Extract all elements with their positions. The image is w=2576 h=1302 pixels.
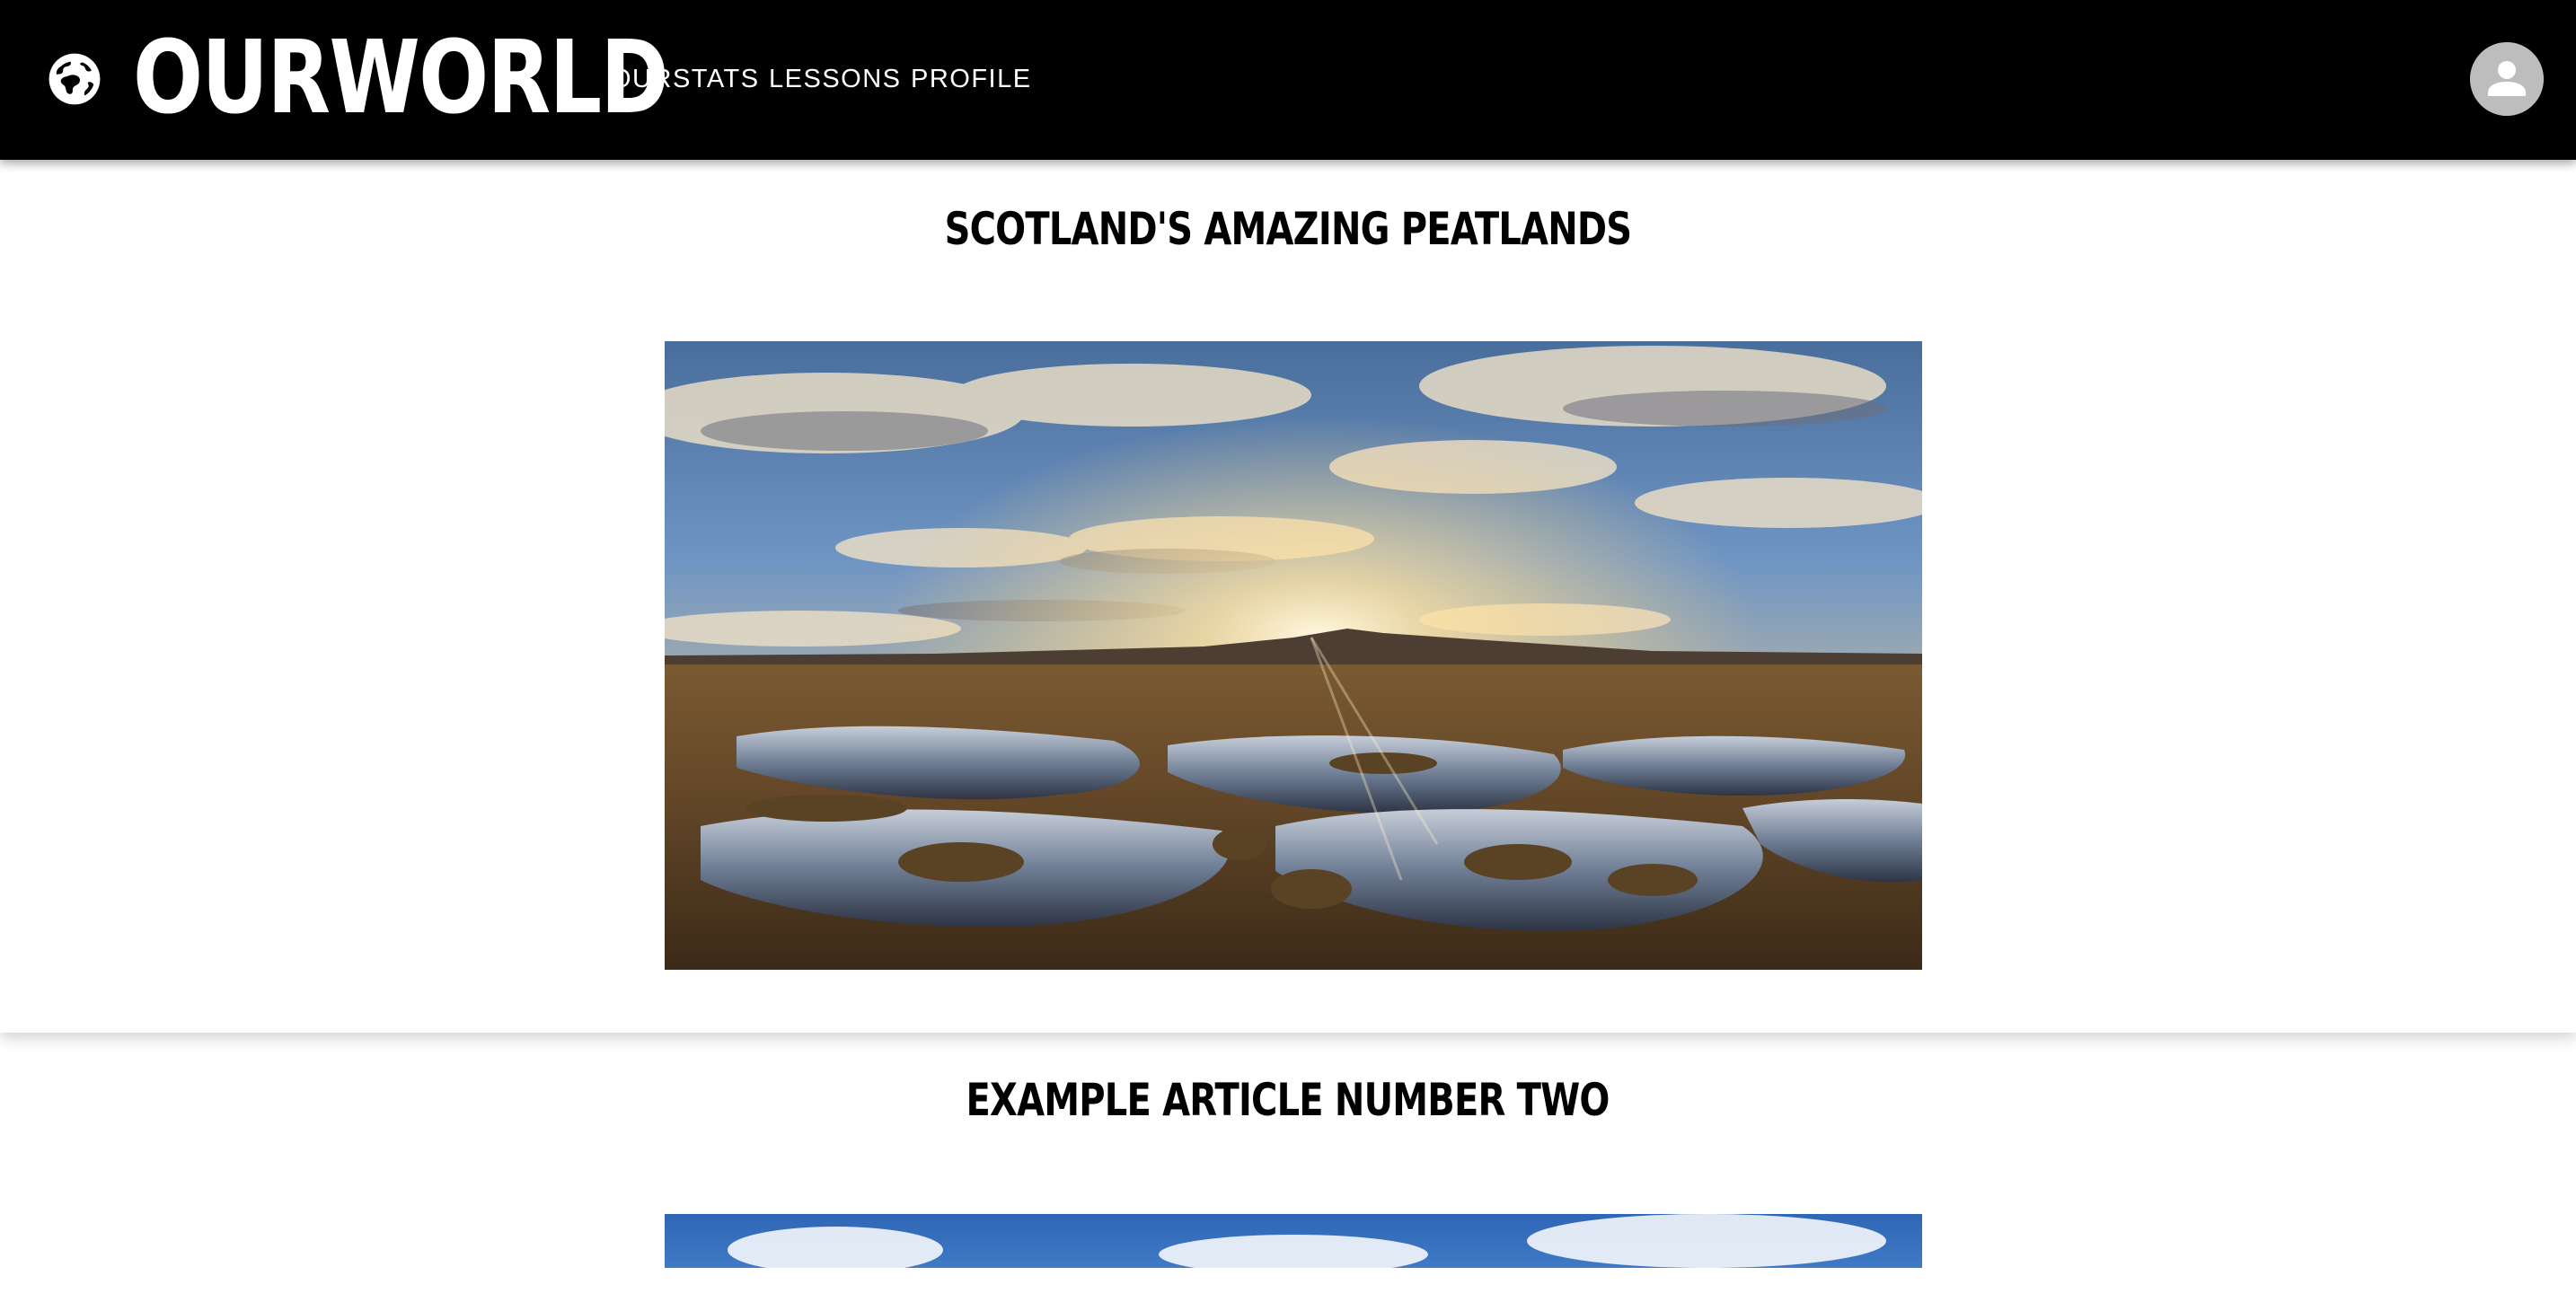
account-avatar[interactable] [2470, 42, 2544, 116]
account-circle-icon [2470, 42, 2544, 116]
nav-profile[interactable]: PROFILE [911, 61, 1032, 97]
article-image-sky[interactable] [665, 1214, 1922, 1268]
nav-ourstats[interactable]: OURSTATS [611, 61, 760, 97]
peatland-landscape-image [665, 341, 1922, 970]
brand-logo[interactable]: OURWORLD [133, 20, 669, 136]
app-bar: OURWORLD OURSTATS LESSONS PROFILE [0, 0, 2576, 160]
blue-sky-image [665, 1214, 1922, 1268]
article-card[interactable]: EXAMPLE ARTICLE NUMBER TWO [0, 1033, 2576, 1302]
globe-icon[interactable] [47, 51, 102, 107]
article-image-peatland[interactable] [665, 341, 1922, 970]
nav-lessons[interactable]: LESSONS [769, 61, 902, 97]
article-title: SCOTLAND'S AMAZING PEATLANDS [944, 203, 1633, 255]
article-card[interactable]: SCOTLAND'S AMAZING PEATLANDS [0, 160, 2576, 1033]
article-title: EXAMPLE ARTICLE NUMBER TWO [966, 1074, 1610, 1126]
